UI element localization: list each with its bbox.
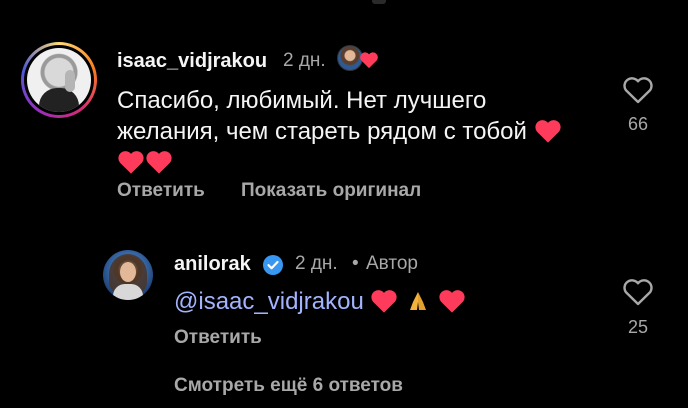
comment-text-line3 [117,147,587,178]
red-heart-emoji [118,151,144,174]
avatar-photo [27,48,91,112]
red-heart-emoji [439,290,465,313]
heart-outline-icon[interactable] [622,75,654,105]
comment-time: 2 дн. [283,50,326,71]
red-heart-emoji [535,120,561,143]
meta-separator: • [352,253,359,274]
commenter-avatar[interactable] [21,42,97,118]
author-badge: Автор [366,253,418,274]
reply-like-count: 25 [627,317,649,337]
reply-avatar[interactable] [103,250,153,300]
comment-text: Спасибо, любимый. Нет лучшего желания, ч… [117,85,587,178]
heart-outline-icon[interactable] [622,277,654,307]
show-original-button[interactable]: Показать оригинал [241,180,421,202]
folded-hands-emoji [410,292,427,310]
creator-liked-heart-icon [360,52,378,69]
reply-time: 2 дн. [295,253,338,274]
previous-item-edge [372,0,386,4]
comment-text-line2: желания, чем стареть рядом с тобой [117,116,587,147]
comment-like-count: 66 [627,114,649,134]
comment-username[interactable]: isaac_vidjrakou [117,50,267,73]
comment-text-line1: Спасибо, любимый. Нет лучшего [117,87,487,114]
reply-reply-button[interactable]: Ответить [174,327,262,349]
mention-link[interactable]: @isaac_vidjrakou [174,288,364,315]
verified-badge-icon [262,254,284,281]
comment-reply-button[interactable]: Ответить [117,180,205,202]
view-more-replies-button[interactable]: Смотреть ещё 6 ответов [174,375,403,397]
red-heart-emoji [371,290,398,313]
reply-text: @isaac_vidjrakou [174,286,466,317]
red-heart-emoji [146,151,172,174]
reply-username[interactable]: anilorak [174,253,251,276]
